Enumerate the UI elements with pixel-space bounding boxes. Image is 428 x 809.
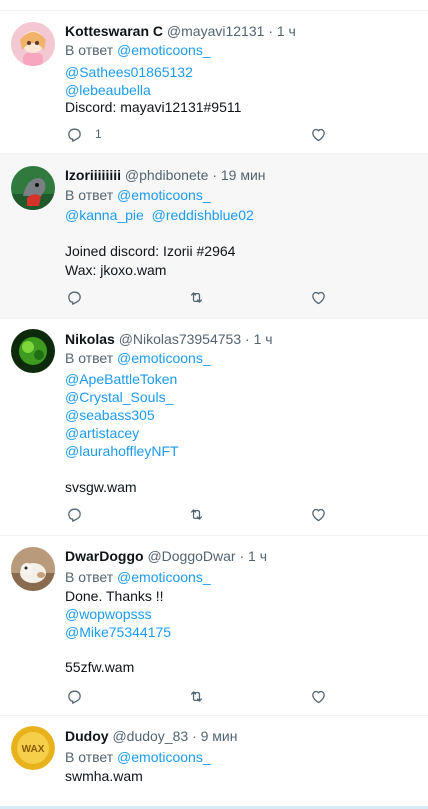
tweet-text: 55zfw.wam: [65, 659, 135, 675]
reply-to-link[interactable]: @emoticoons_: [117, 749, 211, 765]
mention-link[interactable]: @artistacey: [65, 424, 139, 442]
tweet-text: swmha.wam: [65, 768, 143, 784]
reply-context: В ответ @emoticoons_: [65, 349, 211, 367]
display-name[interactable]: Dudoy: [65, 728, 109, 744]
user-handle[interactable]: @phdibonete: [125, 167, 209, 183]
like-button[interactable]: [310, 505, 327, 523]
tweet-header: DwarDoggo @DoggoDwar · 1 ч: [65, 547, 420, 565]
like-icon: [312, 128, 325, 141]
reply-button[interactable]: [66, 687, 83, 705]
user-handle[interactable]: @mayavi12131: [167, 23, 265, 39]
like-icon: [312, 508, 325, 521]
retweet-icon: [190, 690, 203, 702]
user-handle[interactable]: @DoggoDwar: [147, 548, 235, 564]
display-name[interactable]: Izoriiiiiiii: [65, 167, 121, 183]
tweet-header: Izoriiiiiiii @phdibonete · 19 мин: [65, 166, 420, 184]
mention-link[interactable]: @wopwopsss: [65, 605, 152, 623]
avatar[interactable]: [11, 329, 55, 373]
separator: ·: [245, 331, 250, 347]
timestamp[interactable]: 9 мин: [201, 728, 238, 744]
retweet-button[interactable]: [188, 288, 205, 306]
tweet[interactable]: WAX Dudoy @dudoy_83 · 9 мин В ответ @emo…: [0, 716, 428, 806]
like-button[interactable]: [310, 288, 327, 306]
separator: ·: [192, 728, 197, 744]
wax-badge-text: WAX: [22, 744, 45, 755]
reply-count: 1: [95, 127, 102, 141]
avatar-image: [11, 329, 55, 373]
display-name[interactable]: DwarDoggo: [65, 548, 144, 564]
retweet-icon: [190, 508, 203, 520]
reply-feed: Kotteswaran C @mayavi12131 · 1 ч В ответ…: [0, 0, 428, 809]
avatar-image: [11, 166, 55, 210]
tweet-text: Discord: mayavi12131#9511: [65, 99, 242, 115]
avatar-image: [11, 547, 55, 591]
timestamp[interactable]: 1 ч: [277, 23, 296, 39]
reply-button[interactable]: [66, 505, 83, 523]
timestamp[interactable]: 1 ч: [254, 331, 273, 347]
reply-icon: [68, 128, 81, 142]
reply-to-link[interactable]: @emoticoons_: [117, 187, 211, 203]
tweet-header: Dudoy @dudoy_83 · 9 мин: [65, 727, 420, 745]
mention-link[interactable]: @lebeaubella: [65, 81, 151, 99]
display-name[interactable]: Nikolas: [65, 331, 115, 347]
reply-context: В ответ @emoticoons_: [65, 186, 211, 204]
display-name[interactable]: Kotteswaran C: [65, 23, 163, 39]
tweet-header: Nikolas @Nikolas73954753 · 1 ч: [65, 330, 420, 348]
reply-prefix: В ответ: [65, 187, 114, 203]
tweet-text: svsgw.wam: [65, 479, 137, 495]
tweet-text: Wax: jkoxo.wam: [65, 262, 167, 278]
tweet[interactable]: Izoriiiiiiii @phdibonete · 19 мин В отве…: [0, 154, 428, 319]
separator: ·: [212, 167, 217, 183]
reply-context: В ответ @emoticoons_: [65, 748, 211, 766]
timestamp[interactable]: 19 мин: [221, 167, 266, 183]
reply-icon: [68, 508, 81, 522]
avatar[interactable]: WAX: [11, 726, 55, 770]
reply-to-link[interactable]: @emoticoons_: [117, 42, 211, 58]
reply-button[interactable]: [66, 288, 83, 306]
user-handle[interactable]: @dudoy_83: [112, 728, 188, 744]
like-icon: [312, 690, 325, 703]
retweet-button[interactable]: [188, 505, 205, 523]
tweet-header: Kotteswaran C @mayavi12131 · 1 ч: [65, 22, 420, 40]
mention-link[interactable]: @Mike75344175: [65, 623, 171, 641]
mention-link[interactable]: @kanna_pie: [65, 207, 144, 223]
tweet-text: Done. Thanks !!: [65, 588, 164, 604]
avatar[interactable]: [11, 22, 55, 66]
mention-link[interactable]: @ApeBattleToken: [65, 370, 177, 388]
reply-button[interactable]: 1: [66, 125, 102, 143]
reply-prefix: В ответ: [65, 42, 114, 58]
mention-link[interactable]: @Crystal_Souls_: [65, 388, 173, 406]
reply-to-link[interactable]: @emoticoons_: [117, 350, 211, 366]
user-handle[interactable]: @Nikolas73954753: [119, 331, 241, 347]
tweet[interactable]: Kotteswaran C @mayavi12131 · 1 ч В ответ…: [0, 11, 428, 154]
reply-prefix: В ответ: [65, 350, 114, 366]
retweet-button[interactable]: [188, 687, 205, 705]
avatar-image: [11, 22, 55, 66]
like-button[interactable]: [310, 125, 327, 143]
mention-link[interactable]: @Sathees01865132: [65, 63, 193, 81]
separator: ·: [268, 23, 273, 39]
mention-link[interactable]: @laurahoffleyNFT: [65, 442, 179, 460]
reply-context: В ответ @emoticoons_: [65, 568, 211, 586]
timestamp[interactable]: 1 ч: [248, 548, 267, 564]
tweet-text: Joined discord: Izorii #2964: [65, 243, 236, 259]
retweet-icon: [190, 291, 203, 303]
tweet[interactable]: DwarDoggo @DoggoDwar · 1 ч В ответ @emot…: [0, 536, 428, 716]
reply-to-link[interactable]: @emoticoons_: [117, 569, 211, 585]
mention-line: @kanna_pie @reddishblue02: [65, 206, 254, 224]
mention-link[interactable]: @reddishblue02: [152, 207, 254, 223]
separator: ·: [239, 548, 245, 564]
mention-link[interactable]: @seabass305: [65, 406, 155, 424]
reply-prefix: В ответ: [65, 749, 114, 765]
like-button[interactable]: [310, 687, 327, 705]
like-icon: [312, 291, 325, 304]
avatar[interactable]: [11, 166, 55, 210]
avatar-image: WAX: [11, 726, 55, 770]
reply-icon: [68, 291, 81, 305]
reply-context: В ответ @emoticoons_: [65, 41, 211, 59]
reply-icon: [68, 690, 81, 704]
reply-prefix: В ответ: [65, 569, 114, 585]
tweet[interactable]: Nikolas @Nikolas73954753 · 1 ч В ответ @…: [0, 319, 428, 536]
avatar[interactable]: [11, 547, 55, 591]
